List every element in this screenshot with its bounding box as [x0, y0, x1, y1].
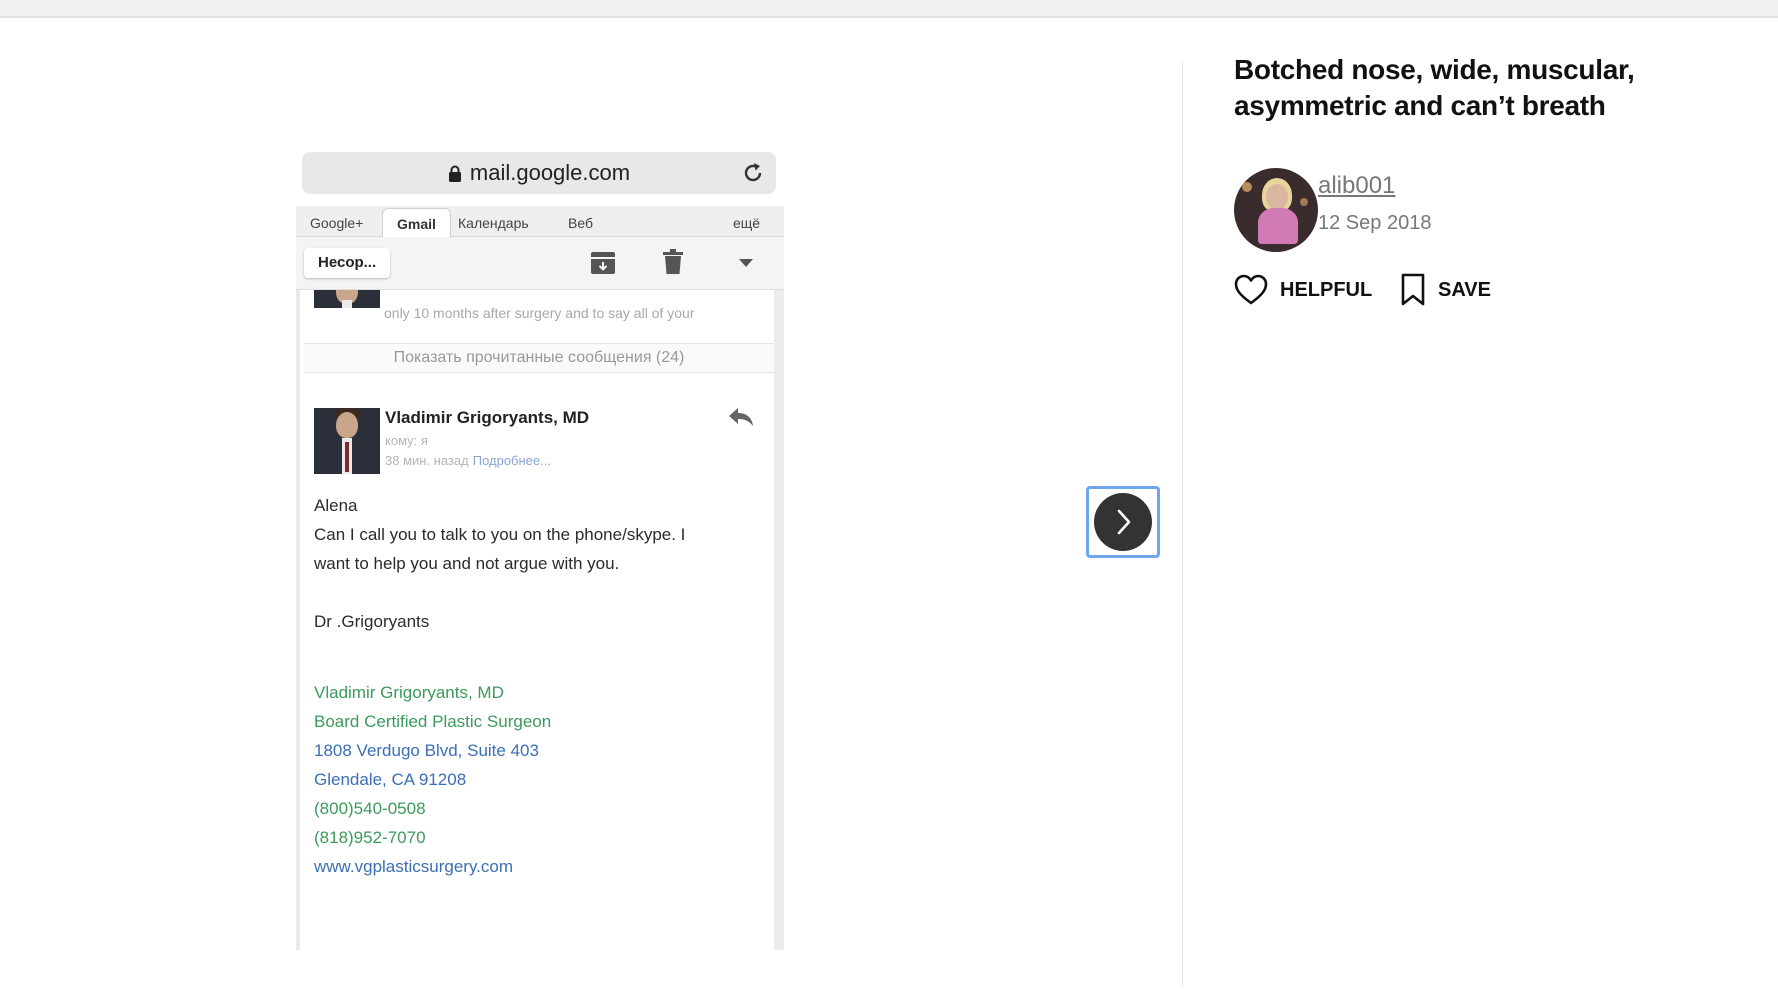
url-text: mail.google.com — [469, 160, 631, 185]
inbox-back-button: Несор... — [304, 248, 391, 278]
reload-icon — [744, 163, 762, 182]
tab-calendar: Календарь — [458, 215, 529, 231]
signature-name: Vladimir Grigoryants, MD — [314, 683, 504, 702]
next-image-button[interactable] — [1086, 486, 1160, 558]
sender-photo-thumbnail — [314, 290, 380, 308]
email-signoff: Dr .Grigoryants — [314, 612, 430, 631]
details-link: Подробнее... — [472, 453, 551, 468]
tab-google-plus: Google+ — [310, 215, 364, 231]
gmail-tab-bar: Google+ Gmail Календарь Веб ещё — [296, 206, 784, 237]
heart-icon — [1234, 274, 1268, 305]
message-preview: only 10 months after surgery and to say … — [384, 305, 695, 321]
post-date: 12 Sep 2018 — [1318, 212, 1432, 234]
top-bar — [0, 0, 1778, 18]
message-time: 38 мин. назад Подробнее... — [385, 453, 551, 468]
gallery-image: mail.google.com Google+ Gmail Календарь … — [296, 150, 784, 950]
image-edge-right — [774, 290, 784, 950]
signature-address-2: Glendale, CA 91208 — [314, 770, 467, 789]
reply-icon — [729, 408, 753, 426]
panel-divider — [1182, 62, 1183, 987]
helpful-label: HELPFUL — [1280, 278, 1373, 301]
chevron-down-icon — [739, 259, 753, 267]
avatar[interactable] — [1234, 168, 1318, 252]
signature-phone-1: (800)540-0508 — [314, 799, 426, 818]
tab-web: Веб — [568, 215, 593, 231]
chevron-right-icon — [1117, 509, 1131, 535]
show-read-messages: Показать прочитанные сообщения (24) — [304, 343, 774, 373]
tab-more: ещё — [733, 215, 761, 231]
signature-phone-2: (818)952-7070 — [314, 828, 426, 847]
signature-website: www.vgplasticsurgery.com — [314, 857, 514, 876]
email-greeting: Alena — [314, 496, 358, 515]
save-label: SAVE — [1438, 278, 1491, 301]
sender-photo — [314, 408, 380, 474]
next-button-circle — [1094, 493, 1152, 551]
email-body-line-1: Can I call you to talk to you on the pho… — [314, 525, 686, 544]
signature-address-1: 1808 Verdugo Blvd, Suite 403 — [314, 741, 539, 760]
recipient-line: кому: я — [385, 433, 428, 448]
trash-icon — [663, 249, 683, 274]
archive-icon — [591, 252, 615, 274]
email-body-line-2: want to help you and not argue with you. — [314, 554, 620, 573]
lock-icon — [448, 165, 461, 183]
username-link[interactable]: alib001 — [1318, 172, 1395, 200]
sender-name: Vladimir Grigoryants, MD — [385, 408, 590, 427]
time-ago: 38 мин. назад — [385, 453, 469, 468]
email-signature: Vladimir Grigoryants, MD Board Certified… — [314, 678, 551, 881]
browser-url-bar: mail.google.com — [302, 152, 776, 194]
bookmark-icon — [1401, 273, 1425, 306]
mail-toolbar: Несор... — [296, 237, 784, 290]
save-button[interactable]: SAVE — [1400, 272, 1491, 308]
helpful-button[interactable]: HELPFUL — [1234, 272, 1372, 308]
tab-gmail: Gmail — [382, 208, 451, 237]
image-edge-left — [296, 290, 300, 950]
signature-title: Board Certified Plastic Surgeon — [314, 712, 552, 731]
post-title: Botched nose, wide, muscular, asymmetric… — [1234, 54, 1635, 121]
